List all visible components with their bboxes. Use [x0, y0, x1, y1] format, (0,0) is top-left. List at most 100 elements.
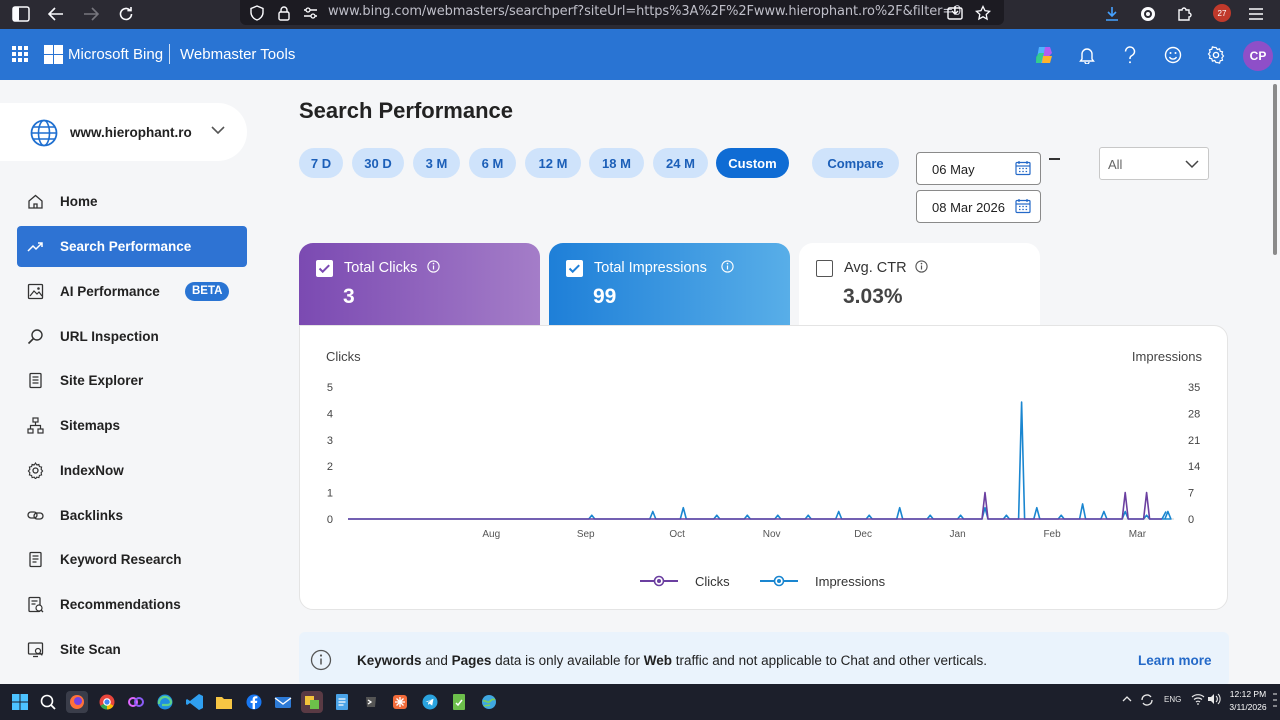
ctr-checkbox[interactable]: [816, 260, 833, 277]
sidebar-item-site-scan[interactable]: Site Scan: [17, 629, 247, 670]
settings-gear-icon[interactable]: [1204, 43, 1228, 67]
tray-app-icon[interactable]: [1140, 693, 1154, 710]
app-launcher-icon[interactable]: [12, 46, 28, 62]
mail-app-icon[interactable]: [272, 691, 294, 713]
date-from-field[interactable]: 06 May: [916, 152, 1041, 185]
language-indicator[interactable]: ENG: [1164, 695, 1181, 704]
lock-icon[interactable]: [273, 2, 295, 24]
site-name: www.hierophant.ro: [70, 125, 192, 140]
extensions-puzzle-icon[interactable]: [1173, 3, 1195, 25]
edge-app-icon[interactable]: [154, 691, 176, 713]
vscode-app-icon[interactable]: [184, 691, 206, 713]
calendar-icon[interactable]: [1015, 198, 1031, 214]
sidebar-item-sitemaps[interactable]: Sitemaps: [17, 405, 247, 446]
metric-label: Total Clicks: [344, 260, 418, 276]
reader-download-icon[interactable]: [944, 2, 966, 24]
clicks-series-line: [348, 491, 1162, 520]
metric-avg-ctr[interactable]: Avg. CTR 3.03%: [799, 243, 1040, 327]
bookmark-star-icon[interactable]: [972, 2, 994, 24]
notification-center-icon[interactable]: [1272, 690, 1278, 713]
address-bar[interactable]: www.bing.com/webmasters/searchperf?siteU…: [240, 0, 1004, 25]
filter-value: All: [1108, 157, 1123, 172]
active-app-icon[interactable]: [301, 691, 323, 713]
x-tick-label: Mar: [1129, 529, 1147, 540]
sidebar-item-home[interactable]: Home: [17, 181, 247, 222]
range-6m-button[interactable]: 6 M: [469, 148, 516, 178]
system-clock[interactable]: 12:12 PM 3/11/2026: [1227, 688, 1269, 714]
telegram-app-icon[interactable]: [419, 691, 441, 713]
brand-name[interactable]: Microsoft Bing: [68, 46, 163, 63]
sidebar-item-site-explorer[interactable]: Site Explorer: [17, 360, 247, 401]
page-scrollbar[interactable]: [1273, 84, 1277, 255]
sidebar-item-keyword-research[interactable]: Keyword Research: [17, 539, 247, 580]
traffic-filter-dropdown[interactable]: All: [1099, 147, 1209, 180]
clicks-checkbox[interactable]: [316, 260, 333, 277]
sidebar-item-ai-performance[interactable]: AI Performance BETA: [17, 271, 247, 312]
home-icon: [28, 194, 43, 209]
sidebar-item-recommendations[interactable]: Recommendations: [17, 584, 247, 625]
firefox-app-icon[interactable]: [66, 691, 88, 713]
site-selector[interactable]: www.hierophant.ro: [0, 103, 247, 161]
notification-badge[interactable]: 27: [1213, 4, 1231, 22]
learn-more-link[interactable]: Learn more: [1138, 653, 1212, 668]
sidebar-item-backlinks[interactable]: Backlinks: [17, 495, 247, 536]
windows-start-icon[interactable]: [9, 691, 31, 713]
taskbar-search-icon[interactable]: [37, 691, 59, 713]
range-30d-button[interactable]: 30 D: [352, 148, 404, 178]
reload-icon[interactable]: [115, 3, 137, 25]
metric-total-impressions[interactable]: Total Impressions 99: [549, 243, 790, 327]
compare-button[interactable]: Compare: [812, 148, 899, 178]
sidebar-toggle-icon[interactable]: [10, 3, 32, 25]
sidebar-item-label: Search Performance: [60, 239, 192, 254]
help-icon[interactable]: [1118, 43, 1142, 67]
sidebar-item-indexnow[interactable]: IndexNow: [17, 450, 247, 491]
terminal-app-icon[interactable]: [360, 691, 382, 713]
downloads-icon[interactable]: [1101, 3, 1123, 25]
feedback-smiley-icon[interactable]: [1161, 43, 1185, 67]
notifications-bell-icon[interactable]: [1075, 43, 1099, 67]
product-name[interactable]: Webmaster Tools: [180, 46, 295, 63]
sidebar-item-url-inspection[interactable]: URL Inspection: [17, 316, 247, 357]
chrome-app-icon[interactable]: [96, 691, 118, 713]
editor-app-icon[interactable]: [448, 691, 470, 713]
info-icon[interactable]: [427, 260, 440, 273]
facebook-app-icon[interactable]: [243, 691, 265, 713]
back-icon[interactable]: [45, 3, 67, 25]
user-avatar[interactable]: CP: [1243, 41, 1273, 71]
tray-chevron-up-icon[interactable]: [1122, 695, 1132, 706]
date-to-field[interactable]: 08 Mar 2026: [916, 190, 1041, 223]
calendar-icon[interactable]: [1015, 160, 1031, 176]
y-tick-label: 3: [327, 435, 333, 447]
shield-icon[interactable]: [246, 2, 268, 24]
impressions-checkbox[interactable]: [566, 260, 583, 277]
recommendations-icon: [28, 596, 44, 613]
file-explorer-app-icon[interactable]: [213, 691, 235, 713]
url-text[interactable]: www.bing.com/webmasters/searchperf?siteU…: [328, 4, 961, 19]
ai-app-icon[interactable]: [125, 691, 147, 713]
copilot-icon[interactable]: [1032, 43, 1056, 67]
sidebar-item-search-performance[interactable]: Search Performance: [17, 226, 247, 267]
extension-o-icon[interactable]: [1137, 3, 1159, 25]
metric-total-clicks[interactable]: Total Clicks 3: [299, 243, 540, 327]
metric-label: Total Impressions: [594, 260, 707, 276]
range-7d-button[interactable]: 7 D: [299, 148, 343, 178]
permissions-icon[interactable]: [299, 2, 321, 24]
volume-icon[interactable]: [1207, 693, 1221, 708]
range-12m-button[interactable]: 12 M: [525, 148, 581, 178]
info-icon[interactable]: [915, 260, 928, 273]
x-tick-label: Aug: [482, 529, 500, 540]
menu-icon[interactable]: [1245, 3, 1267, 25]
microsoft-logo-icon: [44, 45, 63, 64]
info-icon[interactable]: [721, 260, 734, 273]
browser-globe-app-icon[interactable]: [478, 691, 500, 713]
range-3m-button[interactable]: 3 M: [413, 148, 460, 178]
y-tick-label: 4: [327, 408, 333, 420]
forward-icon[interactable]: [80, 3, 102, 25]
range-24m-button[interactable]: 24 M: [653, 148, 708, 178]
range-custom-button[interactable]: Custom: [716, 148, 789, 178]
sparkle-app-icon[interactable]: [389, 691, 411, 713]
y2-axis-title: Impressions: [1132, 349, 1203, 364]
range-18m-button[interactable]: 18 M: [589, 148, 644, 178]
wifi-icon[interactable]: [1191, 693, 1205, 708]
notepad-app-icon[interactable]: [331, 691, 353, 713]
